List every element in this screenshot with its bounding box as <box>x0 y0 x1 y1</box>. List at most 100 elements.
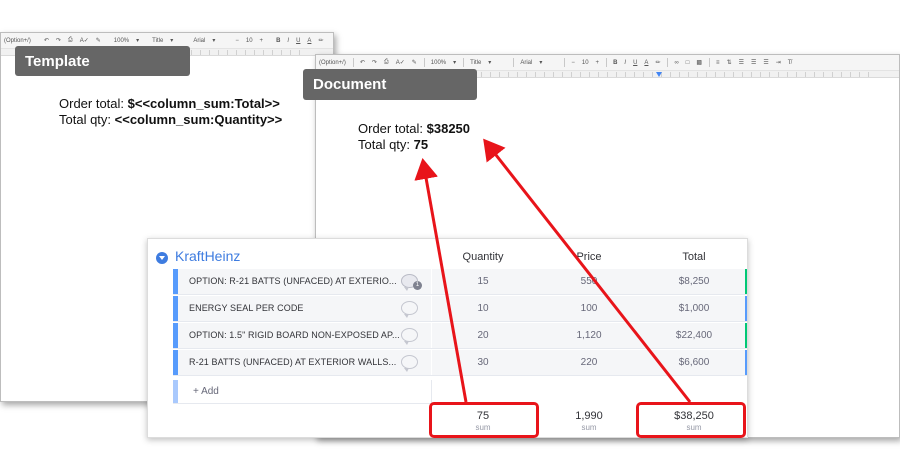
bold-button[interactable]: B <box>613 60 617 66</box>
comment-bubble-icon[interactable] <box>401 355 418 372</box>
row-status-bar <box>745 296 747 321</box>
order-total-label: Order total: <box>59 96 128 111</box>
template-total-qty-line: Total qty: <<column_sum:Quantity>> <box>59 112 282 127</box>
image-icon[interactable]: ▩ <box>696 59 702 66</box>
underline-button[interactable]: U <box>296 38 300 44</box>
font-size-increase-icon[interactable]: + <box>260 38 264 44</box>
line-spacing-icon[interactable]: ⇅ <box>727 59 732 66</box>
add-item-button[interactable]: + Add <box>193 386 219 397</box>
price-sum: 1,990 sum <box>539 410 639 432</box>
comment-icon[interactable]: □ <box>686 60 690 66</box>
numbered-list-icon[interactable]: ☰ <box>763 59 768 66</box>
price-cell[interactable]: 1,120 <box>539 330 639 341</box>
document-toolbar: (Option+/) ↶ ↷ ⎙ A✓ ✎ 100% ▾ Title ▾ Ari… <box>316 55 899 70</box>
document-order-total-line: Order total: $38250 <box>358 121 470 136</box>
font-select[interactable]: Arial <box>193 38 205 44</box>
chevron-down-icon: ▾ <box>539 60 543 66</box>
comment-bubble-icon[interactable] <box>401 301 418 318</box>
total-cell[interactable]: $8,250 <box>644 276 744 287</box>
italic-button[interactable]: I <box>287 38 289 44</box>
print-icon[interactable]: ⎙ <box>68 37 73 44</box>
bold-button[interactable]: B <box>276 38 280 44</box>
style-select[interactable]: Title <box>152 38 163 44</box>
text-color-button[interactable]: A <box>644 60 648 66</box>
underline-button[interactable]: U <box>633 60 637 66</box>
item-name[interactable]: ENERGY SEAL PER CODE <box>189 303 399 313</box>
spellcheck-icon[interactable]: A✓ <box>396 59 405 66</box>
total-cell[interactable]: $6,600 <box>644 357 744 368</box>
row-group-color-bar <box>173 350 178 375</box>
order-total-value: $38250 <box>426 121 471 136</box>
price-sum-value: 1,990 <box>575 410 603 422</box>
total-qty-placeholder: <<column_sum:Quantity>> <box>114 112 283 127</box>
redo-icon[interactable]: ↷ <box>56 37 61 44</box>
total-cell[interactable]: $1,000 <box>644 303 744 314</box>
table-row[interactable]: OPTION: 1.5" RIGID BOARD NON-EXPOSED AP.… <box>173 323 747 349</box>
comment-bubble-icon[interactable] <box>401 328 418 345</box>
quantity-sum-highlight <box>429 402 539 438</box>
zoom-select[interactable]: 100% <box>114 38 129 44</box>
checklist-icon[interactable]: ☰ <box>739 59 744 66</box>
bullet-list-icon[interactable]: ☰ <box>751 59 756 66</box>
style-select[interactable]: Title <box>470 60 481 66</box>
font-size-increase-icon[interactable]: + <box>596 60 600 66</box>
table-row[interactable]: R-21 BATTS (UNFACED) AT EXTERIOR WALLS..… <box>173 350 747 376</box>
row-status-bar <box>745 350 747 375</box>
quantity-cell[interactable]: 30 <box>433 357 533 368</box>
item-name[interactable]: OPTION: 1.5" RIGID BOARD NON-EXPOSED AP.… <box>189 330 399 340</box>
indent-marker-icon[interactable] <box>656 72 662 77</box>
paint-format-icon[interactable]: ✎ <box>96 37 101 44</box>
collapse-group-icon[interactable] <box>156 252 168 264</box>
align-icon[interactable]: ≡ <box>716 60 720 66</box>
row-group-color-bar <box>173 323 178 348</box>
undo-icon[interactable]: ↶ <box>360 59 365 66</box>
comment-count-badge: 1 <box>413 281 422 290</box>
italic-button[interactable]: I <box>624 60 626 66</box>
total-cell[interactable]: $22,400 <box>644 330 744 341</box>
order-total-label: Order total: <box>358 121 427 136</box>
chevron-down-icon: ▾ <box>212 38 216 44</box>
font-size-input[interactable]: 10 <box>246 38 253 44</box>
add-item-row[interactable]: + Add <box>173 380 432 404</box>
total-qty-label: Total qty: <box>358 137 414 152</box>
font-size-decrease-icon[interactable]: − <box>571 60 575 66</box>
quantity-cell[interactable]: 15 <box>433 276 533 287</box>
clear-formatting-icon[interactable]: T̸ <box>788 60 792 66</box>
text-color-button[interactable]: A <box>307 38 311 44</box>
chevron-down-icon: ▾ <box>136 38 140 44</box>
indent-icon[interactable]: ⇥ <box>776 59 781 66</box>
item-name[interactable]: OPTION: R-21 BATTS (UNFACED) AT EXTERIO.… <box>189 276 399 286</box>
undo-icon[interactable]: ↶ <box>44 37 49 44</box>
font-size-input[interactable]: 10 <box>582 60 589 66</box>
highlight-icon[interactable]: ✏ <box>655 59 660 66</box>
price-cell[interactable]: 220 <box>539 357 639 368</box>
quantity-cell[interactable]: 10 <box>433 303 533 314</box>
group-name[interactable]: KraftHeinz <box>175 248 240 264</box>
spellcheck-icon[interactable]: A✓ <box>80 37 89 44</box>
price-cell[interactable]: 100 <box>539 303 639 314</box>
template-badge: Template <box>15 46 190 76</box>
quantity-cell[interactable]: 20 <box>433 330 533 341</box>
table-row[interactable]: ENERGY SEAL PER CODE 10 100 $1,000 <box>173 296 747 322</box>
row-group-color-bar <box>173 296 178 321</box>
column-header-quantity[interactable]: Quantity <box>433 251 533 263</box>
row-status-bar <box>745 269 747 294</box>
link-icon[interactable]: ∞ <box>674 60 678 66</box>
screenshot-stage: (Option+/) ↶ ↷ ⎙ A✓ ✎ 100% ▾ Title ▾ Ari… <box>0 0 900 450</box>
chevron-down-icon: ▾ <box>453 60 457 66</box>
print-icon[interactable]: ⎙ <box>384 59 389 66</box>
price-sum-label: sum <box>581 423 597 432</box>
column-header-price[interactable]: Price <box>539 251 639 263</box>
highlight-icon[interactable]: ✏ <box>318 37 323 44</box>
paint-format-icon[interactable]: ✎ <box>412 59 417 66</box>
redo-icon[interactable]: ↷ <box>372 59 377 66</box>
zoom-select[interactable]: 100% <box>431 60 446 66</box>
chevron-down-icon: ▾ <box>488 60 492 66</box>
font-size-decrease-icon[interactable]: − <box>235 38 239 44</box>
column-header-total[interactable]: Total <box>644 251 744 263</box>
order-total-placeholder: $<<column_sum:Total>> <box>127 96 280 111</box>
price-cell[interactable]: 550 <box>539 276 639 287</box>
item-name[interactable]: R-21 BATTS (UNFACED) AT EXTERIOR WALLS..… <box>189 357 399 367</box>
font-select[interactable]: Arial <box>520 60 532 66</box>
table-row[interactable]: OPTION: R-21 BATTS (UNFACED) AT EXTERIO.… <box>173 269 747 295</box>
